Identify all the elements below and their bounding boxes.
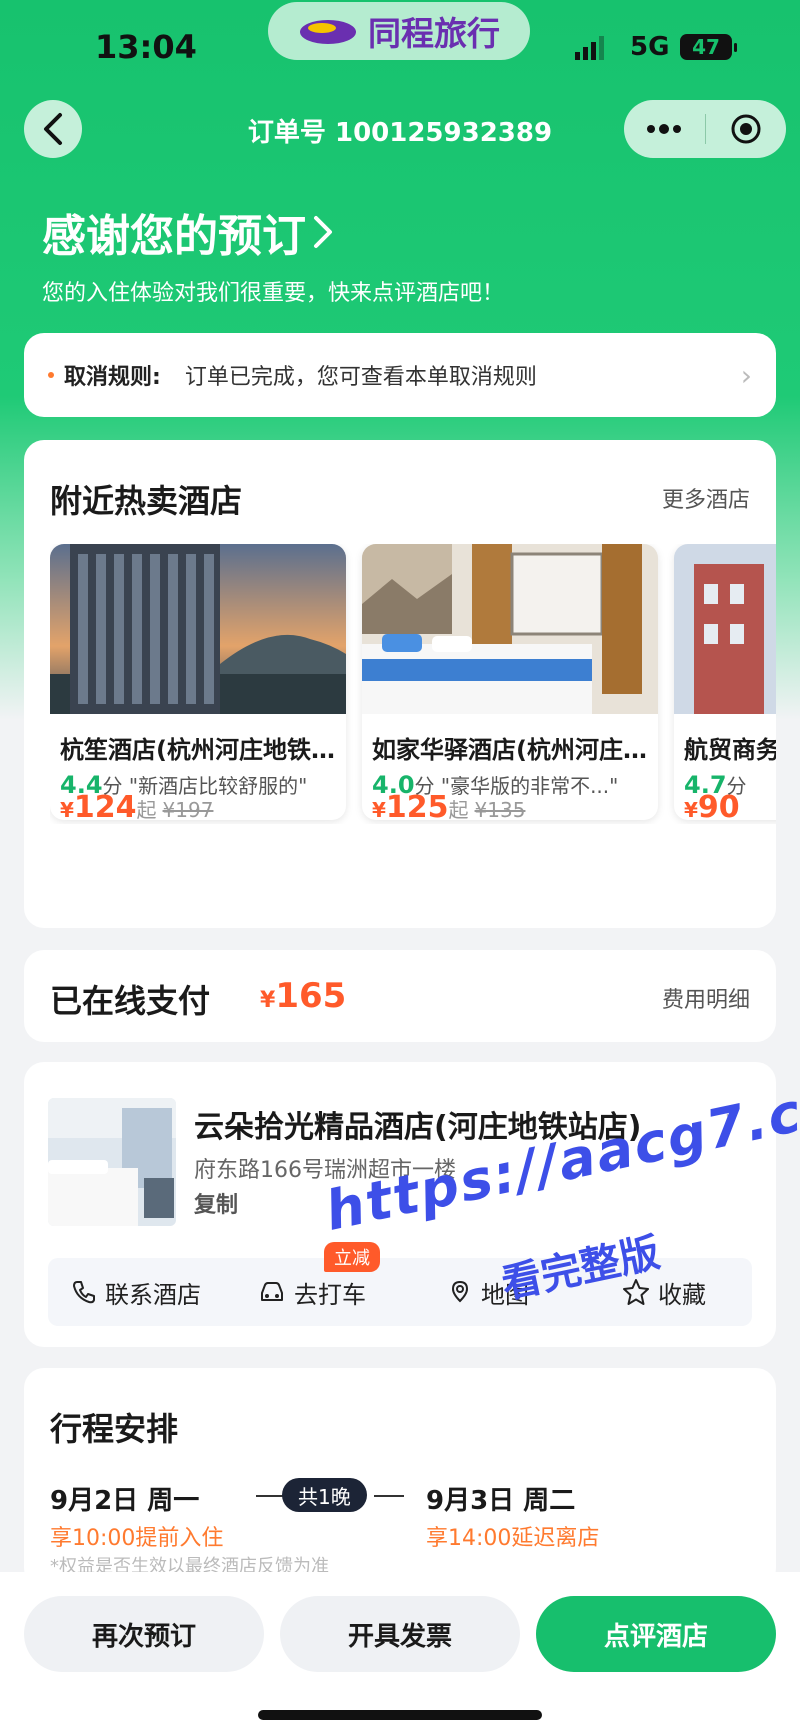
hotel-card[interactable]: 航贸商务酒店 4.7分 ¥90 bbox=[674, 544, 776, 820]
checkout-date: 9月3日 周二 bbox=[426, 1486, 576, 1516]
cancel-rule-text: 订单已完成，您可查看本单取消规则 bbox=[184, 365, 537, 390]
itinerary-title: 行程安排 bbox=[50, 1410, 179, 1448]
cancel-rule-label: 取消规则: bbox=[64, 365, 161, 390]
nearby-hotels-card: 附近热卖酒店 更多酒店 杭笙酒店(杭州河庄地铁站店) 4.4分 "新酒店比较舒服… bbox=[24, 440, 776, 928]
signal-icon bbox=[575, 36, 604, 60]
hotel-card[interactable]: 杭笙酒店(杭州河庄地铁站店) 4.4分 "新酒店比较舒服的" ¥124起 ¥197 bbox=[50, 544, 346, 820]
taxi-icon bbox=[261, 1282, 283, 1301]
fee-detail-link[interactable]: 费用明细 bbox=[662, 982, 750, 1014]
hotel-name: 杭笙酒店(杭州河庄地铁站店) bbox=[60, 736, 340, 764]
brand-logo-icon bbox=[300, 20, 356, 44]
timeline-line bbox=[374, 1495, 404, 1497]
paid-label: 已在线支付 bbox=[50, 982, 211, 1020]
mini-program-capsule bbox=[624, 100, 786, 158]
cancel-rule-row[interactable]: 取消规则: 订单已完成，您可查看本单取消规则 › bbox=[24, 333, 776, 417]
more-hotels-link[interactable]: 更多酒店 bbox=[662, 482, 750, 514]
close-mini-program-button[interactable] bbox=[706, 100, 787, 158]
discount-badge: 立减 bbox=[324, 1242, 380, 1272]
taxi-button[interactable]: 去打车 bbox=[224, 1275, 400, 1310]
more-dots-icon bbox=[647, 124, 682, 134]
checkin-note: 享10:00提前入住 bbox=[50, 1526, 224, 1551]
hotel-photo bbox=[362, 544, 658, 714]
home-indicator bbox=[258, 1710, 542, 1720]
invoice-button[interactable]: 开具发票 bbox=[280, 1596, 520, 1672]
status-time: 13:04 bbox=[95, 28, 197, 66]
chevron-right-icon: › bbox=[740, 358, 752, 392]
nights-badge: 共1晚 bbox=[282, 1478, 367, 1512]
brand-pill: 同程旅行 bbox=[268, 2, 530, 60]
itinerary-card: 行程安排 9月2日 周一 享10:00提前入住 共1晚 9月3日 周二 享14:… bbox=[24, 1368, 776, 1588]
phone-icon bbox=[73, 1281, 95, 1304]
paid-amount: ¥165 bbox=[260, 976, 347, 1016]
map-icon bbox=[451, 1280, 469, 1303]
page-title: 感谢您的预订 bbox=[42, 211, 306, 262]
target-icon bbox=[731, 114, 761, 144]
hotel-card[interactable]: 如家华驿酒店(杭州河庄地铁站店) 4.0分 "豪华版的非常不..." ¥125起… bbox=[362, 544, 658, 820]
nearby-hotels-title: 附近热卖酒店 bbox=[50, 482, 243, 520]
thanks-title-link[interactable]: 感谢您的预订 bbox=[42, 200, 334, 264]
bullet-dot bbox=[48, 372, 54, 378]
hotel-price: ¥124起 ¥197 bbox=[60, 790, 214, 820]
hotel-price: ¥90 bbox=[684, 790, 740, 820]
rebook-button[interactable]: 再次预订 bbox=[24, 1596, 264, 1672]
page-subtitle: 您的入住体验对我们很重要，快来点评酒店吧！ bbox=[42, 281, 505, 306]
hotel-carousel[interactable]: 杭笙酒店(杭州河庄地铁站店) 4.4分 "新酒店比较舒服的" ¥124起 ¥197 bbox=[50, 544, 776, 824]
more-button[interactable] bbox=[624, 100, 705, 158]
brand-name: 同程旅行 bbox=[368, 14, 500, 53]
hotel-name: 如家华驿酒店(杭州河庄地铁站店) bbox=[372, 736, 652, 764]
hotel-photo bbox=[674, 544, 776, 714]
checkin-date: 9月2日 周一 bbox=[50, 1486, 200, 1516]
copy-address-button[interactable]: 复制 bbox=[194, 1187, 238, 1219]
payment-card: 已在线支付 ¥165 费用明细 bbox=[24, 950, 776, 1042]
hotel-name: 航贸商务酒店 bbox=[684, 736, 776, 764]
checkout-note: 享14:00延迟离店 bbox=[426, 1526, 600, 1551]
hotel-photo bbox=[50, 544, 346, 714]
contact-hotel-button[interactable]: 联系酒店 bbox=[48, 1275, 224, 1310]
bottom-action-bar: 再次预订 开具发票 点评酒店 bbox=[0, 1572, 800, 1733]
chevron-right-icon bbox=[314, 216, 332, 248]
network-type: 5G bbox=[630, 32, 670, 62]
review-hotel-button[interactable]: 点评酒店 bbox=[536, 1596, 776, 1672]
hotel-thumbnail bbox=[48, 1098, 176, 1226]
hotel-price: ¥125起 ¥135 bbox=[372, 790, 526, 820]
battery-icon: 47 bbox=[680, 34, 737, 60]
status-bar: 13:04 同程旅行 5G 47 bbox=[0, 0, 800, 95]
